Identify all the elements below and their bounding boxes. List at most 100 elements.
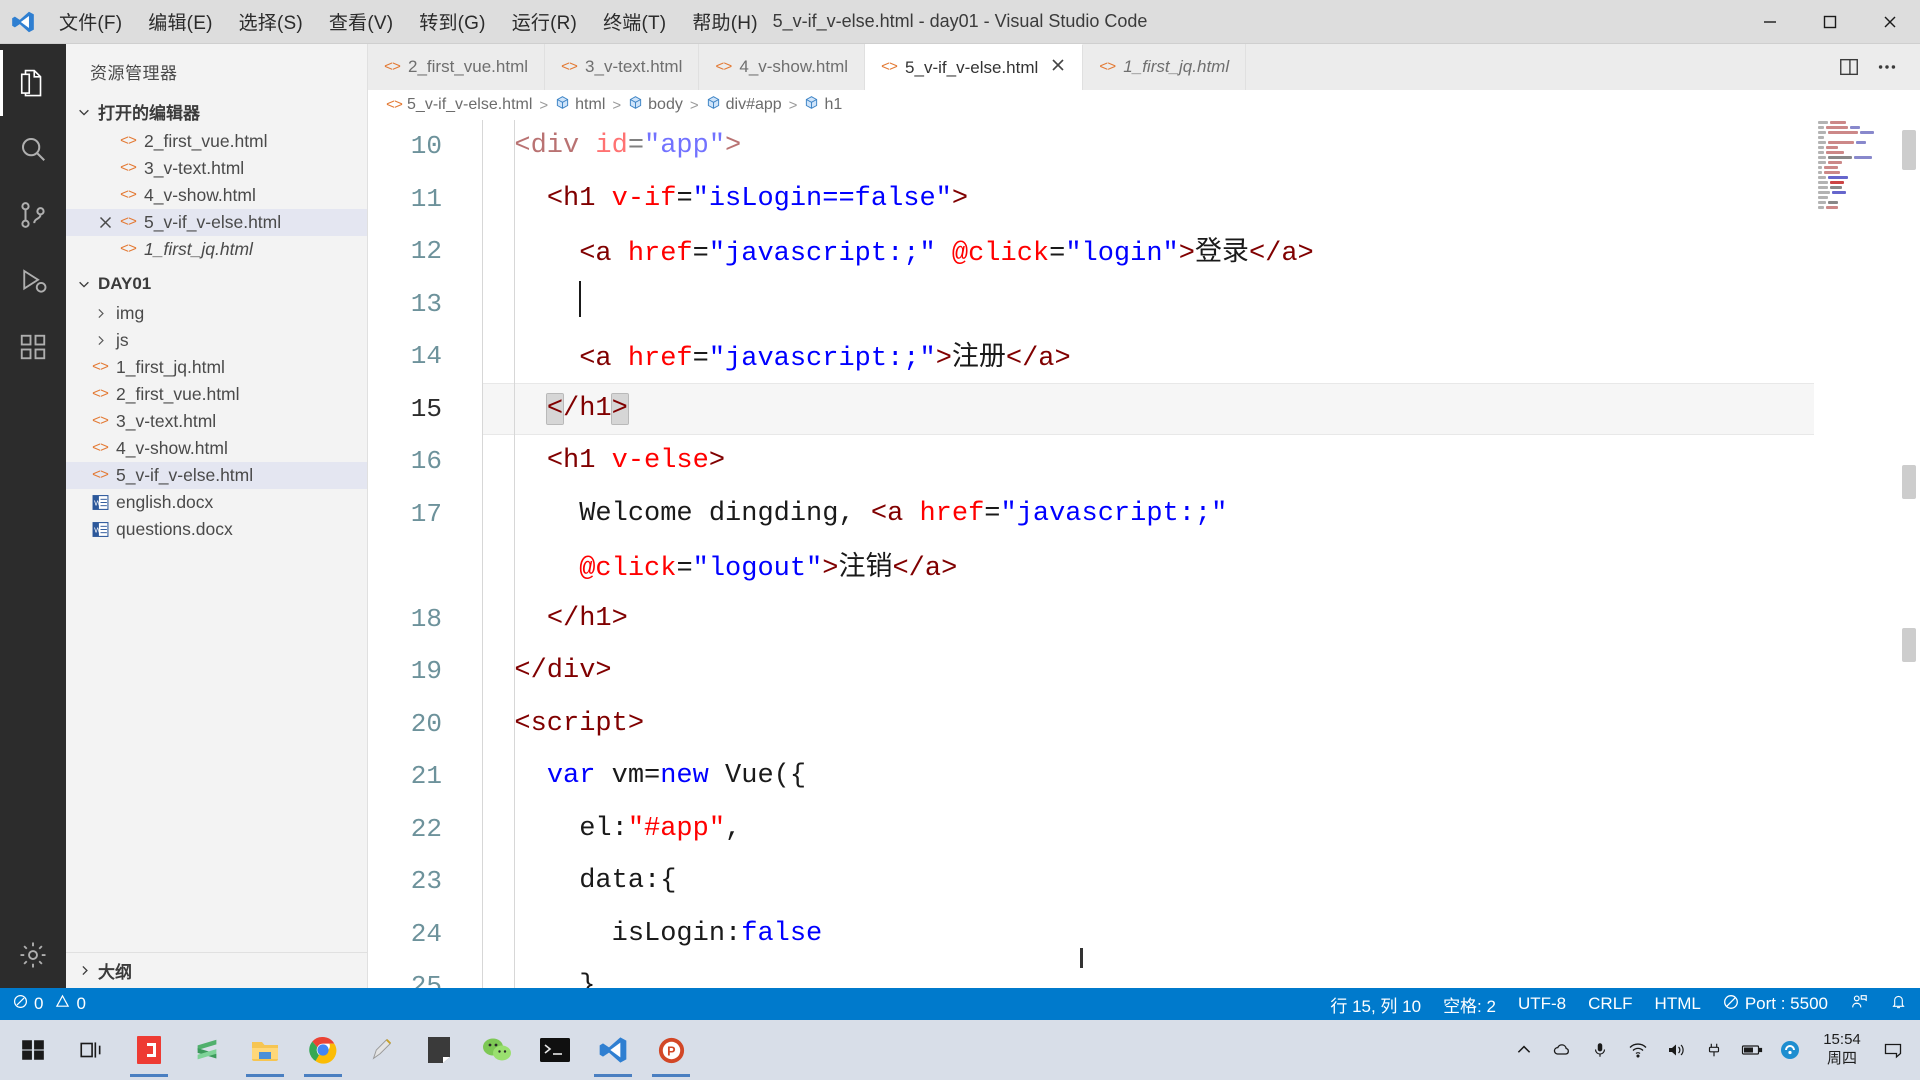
breadcrumb-div-app[interactable]: div#app xyxy=(706,95,782,115)
code-line[interactable]: }, xyxy=(482,960,1920,988)
source-control-icon[interactable] xyxy=(0,182,66,248)
breadcrumb-body[interactable]: body xyxy=(628,95,683,115)
file-item[interactable]: <> 4_v-show.html xyxy=(66,435,367,462)
code-line[interactable]: <h1 v-if="isLogin==false"> xyxy=(482,173,1920,226)
cursor-position-status[interactable]: 行 15, 列 10 xyxy=(1319,988,1432,1020)
tab-3-v-text[interactable]: <> 3_v-text.html xyxy=(545,44,700,90)
menu-selection[interactable]: 选择(S) xyxy=(226,4,316,39)
scrollbar-thumb[interactable] xyxy=(1902,130,1916,170)
editor-vertical-scrollbar[interactable] xyxy=(1898,120,1920,988)
code-line[interactable]: @click="logout">注销</a> xyxy=(482,540,1920,593)
open-editor-item[interactable]: <> 1_first_jq.html xyxy=(66,236,367,263)
volume-icon[interactable] xyxy=(1658,1022,1694,1078)
tab-5-v-if-v-else[interactable]: <> 5_v-if_v-else.html xyxy=(865,44,1084,90)
outline-section-header[interactable]: 大纲 xyxy=(66,952,367,988)
code-line[interactable]: el:"#app", xyxy=(482,803,1920,856)
search-icon[interactable] xyxy=(0,116,66,182)
extensions-icon[interactable] xyxy=(0,314,66,380)
folder-item-img[interactable]: img xyxy=(66,300,367,327)
tab-1-first-jq[interactable]: <> 1_first_jq.html xyxy=(1083,44,1247,90)
sublime-text-icon[interactable] xyxy=(178,1022,236,1078)
breadcrumb-file[interactable]: <> 5_v-if_v-else.html xyxy=(386,96,532,114)
network-icon[interactable] xyxy=(1620,1022,1656,1078)
explorer-icon[interactable] xyxy=(0,50,66,116)
minimize-button[interactable] xyxy=(1740,0,1800,44)
code-content[interactable]: <div id="app"> <h1 v-if="isLogin==false"… xyxy=(458,120,1920,988)
cloud-sync-icon[interactable] xyxy=(1544,1022,1580,1078)
file-item[interactable]: W questions.docx xyxy=(66,516,367,543)
file-item[interactable]: <> 2_first_vue.html xyxy=(66,381,367,408)
microphone-icon[interactable] xyxy=(1582,1022,1618,1078)
powerpoint-icon[interactable]: P xyxy=(642,1022,700,1078)
live-server-status[interactable]: Port : 5500 xyxy=(1712,988,1839,1020)
code-line[interactable]: </div> xyxy=(482,645,1920,698)
feedback-status[interactable] xyxy=(1839,988,1879,1020)
notifications-status[interactable] xyxy=(1879,988,1918,1020)
code-editor[interactable]: 10 11 12 13 14 15 16 17 18 19 20 21 22 23 24 25 <div id… xyxy=(368,120,1920,988)
open-editor-item[interactable]: <> 3_v-text.html xyxy=(66,155,367,182)
menu-terminal[interactable]: 终端(T) xyxy=(590,4,679,39)
settings-gear-icon[interactable] xyxy=(0,922,66,988)
run-debug-icon[interactable] xyxy=(0,248,66,314)
code-line[interactable]: </h1> xyxy=(482,382,1920,435)
close-button[interactable] xyxy=(1860,0,1920,44)
split-editor-icon[interactable] xyxy=(1832,50,1866,84)
snipaste-icon[interactable] xyxy=(352,1022,410,1078)
code-line[interactable]: <h1 v-else> xyxy=(482,435,1920,488)
file-item[interactable]: <> 1_first_jq.html xyxy=(66,354,367,381)
code-line[interactable]: <script> xyxy=(482,698,1920,751)
breadcrumb-html[interactable]: html xyxy=(555,95,605,115)
close-icon[interactable] xyxy=(1050,57,1066,79)
notepad-icon[interactable] xyxy=(410,1022,468,1078)
folder-item-js[interactable]: js xyxy=(66,327,367,354)
open-editors-section-header[interactable]: 打开的编辑器 xyxy=(66,95,367,128)
plug-icon[interactable] xyxy=(1696,1022,1732,1078)
code-line[interactable]: </h1> xyxy=(482,593,1920,646)
task-view-icon[interactable] xyxy=(62,1022,120,1078)
open-editor-item[interactable]: <> 4_v-show.html xyxy=(66,182,367,209)
taskbar-clock[interactable]: 15:54 周四 xyxy=(1810,1031,1874,1069)
code-line[interactable]: data:{ xyxy=(482,855,1920,908)
start-button-icon[interactable] xyxy=(4,1022,62,1078)
open-editor-item[interactable]: <> 2_first_vue.html xyxy=(66,128,367,155)
open-editor-item-active[interactable]: <> 5_v-if_v-else.html xyxy=(66,209,367,236)
file-item[interactable]: <> 3_v-text.html xyxy=(66,408,367,435)
menu-edit[interactable]: 编辑(E) xyxy=(135,4,225,39)
menu-view[interactable]: 查看(V) xyxy=(316,4,406,39)
menu-file[interactable]: 文件(F) xyxy=(46,4,135,39)
code-line[interactable]: isLogin:false xyxy=(482,908,1920,961)
code-line[interactable]: <div id="app"> xyxy=(482,120,1920,173)
vscode-icon[interactable] xyxy=(584,1022,642,1078)
camtasia-icon[interactable] xyxy=(120,1022,178,1078)
breadcrumb-h1[interactable]: h1 xyxy=(804,95,842,115)
code-line[interactable]: Welcome dingding, <a href="javascript:;" xyxy=(482,488,1920,541)
tab-4-v-show[interactable]: <> 4_v-show.html xyxy=(699,44,866,90)
maximize-button[interactable] xyxy=(1800,0,1860,44)
menu-go[interactable]: 转到(G) xyxy=(406,4,498,39)
folder-section-header[interactable]: DAY01 xyxy=(66,267,367,300)
minimap[interactable] xyxy=(1814,120,1898,988)
menu-run[interactable]: 运行(R) xyxy=(499,4,590,39)
menu-help[interactable]: 帮助(H) xyxy=(679,4,770,39)
code-line[interactable]: <a href="javascript:;" @click="login">登录… xyxy=(482,225,1920,278)
action-center-icon[interactable] xyxy=(1876,1022,1910,1078)
code-line[interactable]: var vm=new Vue({ xyxy=(482,750,1920,803)
show-hidden-icons-chevron-icon[interactable] xyxy=(1506,1022,1542,1078)
more-actions-icon[interactable] xyxy=(1870,50,1904,84)
file-item-selected[interactable]: <> 5_v-if_v-else.html xyxy=(66,462,367,489)
tab-2-first-vue[interactable]: <> 2_first_vue.html xyxy=(368,44,546,90)
problems-status[interactable]: 0 0 xyxy=(2,988,97,1020)
code-line[interactable] xyxy=(482,278,1920,331)
language-mode-status[interactable]: HTML xyxy=(1644,988,1712,1020)
chrome-icon[interactable] xyxy=(294,1022,352,1078)
wechat-icon[interactable] xyxy=(468,1022,526,1078)
battery-icon[interactable] xyxy=(1734,1022,1770,1078)
indentation-status[interactable]: 空格: 2 xyxy=(1432,988,1507,1020)
close-editor-icon[interactable] xyxy=(94,215,116,230)
eol-status[interactable]: CRLF xyxy=(1577,988,1643,1020)
file-item[interactable]: W english.docx xyxy=(66,489,367,516)
terminal-icon[interactable] xyxy=(526,1022,584,1078)
code-line[interactable]: <a href="javascript:;">注册</a> xyxy=(482,330,1920,383)
sogou-input-icon[interactable] xyxy=(1772,1022,1808,1078)
encoding-status[interactable]: UTF-8 xyxy=(1507,988,1577,1020)
